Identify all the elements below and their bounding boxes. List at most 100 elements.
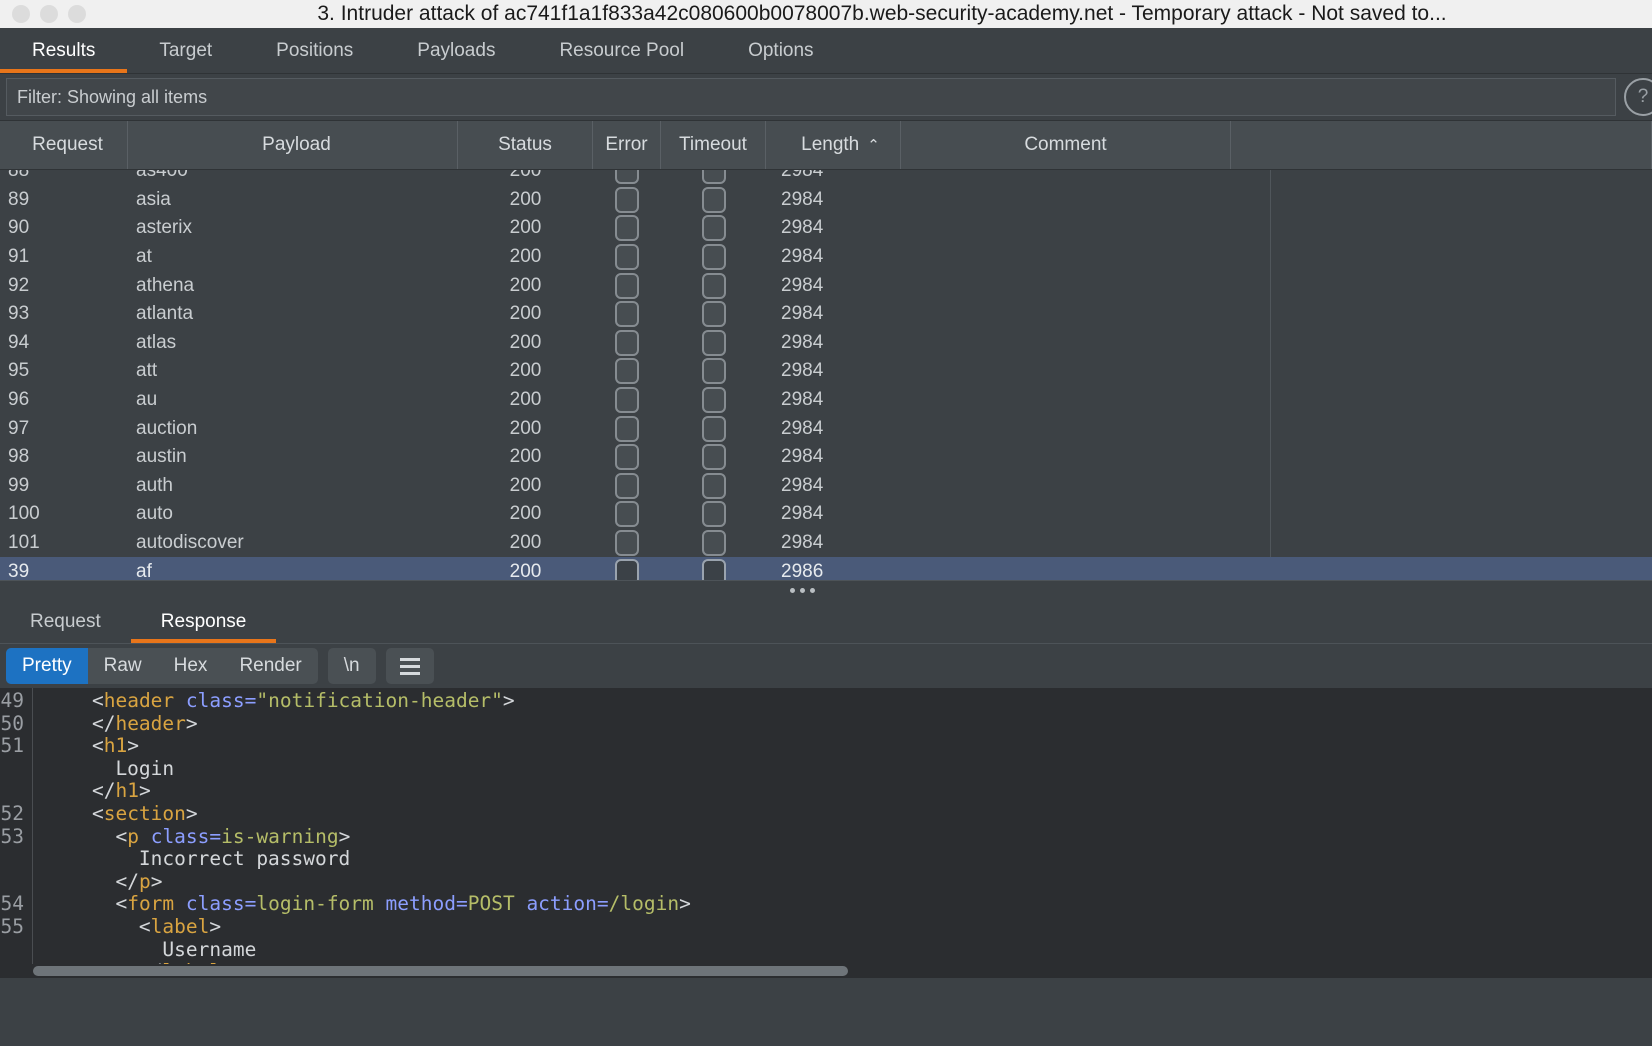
view-mode-render-button[interactable]: Render	[223, 648, 317, 684]
tab-resource-pool[interactable]: Resource Pool	[527, 28, 716, 73]
cell-error	[593, 443, 661, 472]
tab-positions[interactable]: Positions	[244, 28, 385, 73]
code-line: </p>	[45, 871, 691, 894]
table-row[interactable]: 39af2002986	[0, 557, 1652, 580]
code-content[interactable]: <header class="notification-header"> </h…	[33, 688, 691, 964]
table-row[interactable]: 95att2002984	[0, 357, 1652, 386]
cell-timeout	[661, 529, 766, 558]
table-row[interactable]: 93atlanta2002984	[0, 300, 1652, 329]
view-mode-pretty-button[interactable]: Pretty	[6, 648, 88, 684]
error-checkbox[interactable]	[615, 387, 639, 413]
view-mode-hex-button[interactable]: Hex	[158, 648, 224, 684]
splitter-grip-icon[interactable]	[790, 588, 815, 593]
cell-payload: austin	[128, 443, 458, 472]
error-checkbox[interactable]	[615, 215, 639, 241]
timeout-checkbox[interactable]	[702, 273, 726, 299]
error-checkbox[interactable]	[615, 301, 639, 327]
error-checkbox[interactable]	[615, 187, 639, 213]
cell-error	[593, 472, 661, 501]
tab-response[interactable]: Response	[131, 600, 277, 643]
table-row[interactable]: 90asterix2002984	[0, 214, 1652, 243]
timeout-checkbox[interactable]	[702, 244, 726, 270]
cell-payload: autodiscover	[128, 529, 458, 558]
table-row[interactable]: 89asia2002984	[0, 186, 1652, 215]
code-horizontal-scrollbar[interactable]	[0, 964, 1652, 978]
table-row[interactable]: 97auction2002984	[0, 414, 1652, 443]
error-checkbox[interactable]	[615, 358, 639, 384]
cell-comment	[901, 443, 1231, 472]
cell-request: 99	[0, 472, 128, 501]
error-checkbox[interactable]	[615, 330, 639, 356]
timeout-checkbox[interactable]	[702, 215, 726, 241]
table-row[interactable]: 96au2002984	[0, 386, 1652, 415]
code-token-tag: p	[139, 870, 151, 893]
column-header-error[interactable]: Error	[593, 121, 661, 169]
cell-payload: asia	[128, 186, 458, 215]
code-token-punc: >	[503, 689, 515, 712]
column-header-timeout[interactable]: Timeout	[661, 121, 766, 169]
column-header-payload[interactable]: Payload	[128, 121, 458, 169]
show-newlines-button[interactable]: \n	[328, 648, 376, 684]
table-row[interactable]: 92athena2002984	[0, 271, 1652, 300]
table-row[interactable]: 94atlas2002984	[0, 329, 1652, 358]
timeout-checkbox[interactable]	[702, 501, 726, 527]
tab-options[interactable]: Options	[716, 28, 845, 73]
error-checkbox[interactable]	[615, 559, 639, 580]
error-checkbox[interactable]	[615, 501, 639, 527]
column-header-length[interactable]: Length ⌃	[766, 121, 901, 169]
cell-error	[593, 300, 661, 329]
table-row[interactable]: 98austin2002984	[0, 443, 1652, 472]
error-checkbox[interactable]	[615, 473, 639, 499]
column-header-comment[interactable]: Comment	[901, 121, 1231, 169]
timeout-checkbox[interactable]	[702, 187, 726, 213]
error-checkbox[interactable]	[615, 170, 639, 184]
error-checkbox[interactable]	[615, 273, 639, 299]
tab-target[interactable]: Target	[127, 28, 244, 73]
table-row[interactable]: 101autodiscover2002984	[0, 529, 1652, 558]
tab-request[interactable]: Request	[0, 600, 131, 643]
code-scrollbar-thumb[interactable]	[33, 966, 848, 976]
timeout-checkbox[interactable]	[702, 301, 726, 327]
error-checkbox[interactable]	[615, 530, 639, 556]
filter-input[interactable]: Filter: Showing all items	[6, 78, 1616, 116]
cell-payload: au	[128, 386, 458, 415]
cell-comment	[901, 557, 1231, 580]
question-mark-icon[interactable]: ?	[1624, 78, 1652, 116]
panel-splitter[interactable]	[0, 580, 1652, 600]
error-checkbox[interactable]	[615, 444, 639, 470]
cell-timeout	[661, 414, 766, 443]
cell-status: 200	[458, 472, 593, 501]
cell-error	[593, 186, 661, 215]
timeout-checkbox[interactable]	[702, 387, 726, 413]
table-row[interactable]: 91at2002984	[0, 243, 1652, 272]
timeout-checkbox[interactable]	[702, 358, 726, 384]
column-header-status[interactable]: Status	[458, 121, 593, 169]
timeout-checkbox[interactable]	[702, 559, 726, 580]
view-mode-render-label: Render	[239, 655, 301, 677]
results-table-body[interactable]: 88as400200298489asia200298490asterix2002…	[0, 170, 1652, 580]
error-checkbox[interactable]	[615, 416, 639, 442]
timeout-checkbox[interactable]	[702, 330, 726, 356]
hamburger-menu-icon[interactable]	[386, 648, 434, 684]
timeout-checkbox[interactable]	[702, 530, 726, 556]
table-row[interactable]: 99auth2002984	[0, 472, 1652, 501]
tab-payloads[interactable]: Payloads	[385, 28, 527, 73]
table-row[interactable]: 88as4002002984	[0, 170, 1652, 186]
tab-results[interactable]: Results	[0, 28, 127, 73]
cell-request: 100	[0, 500, 128, 529]
timeout-checkbox[interactable]	[702, 170, 726, 184]
timeout-checkbox[interactable]	[702, 473, 726, 499]
column-header-request[interactable]: Request	[0, 121, 128, 169]
error-checkbox[interactable]	[615, 244, 639, 270]
response-code-viewer[interactable]: 49505152535455 <header class="notificati…	[0, 688, 1652, 964]
cell-request: 89	[0, 186, 128, 215]
code-line-number	[0, 871, 24, 894]
table-row[interactable]: 100auto2002984	[0, 500, 1652, 529]
cell-timeout	[661, 557, 766, 580]
view-mode-raw-button[interactable]: Raw	[88, 648, 158, 684]
timeout-checkbox[interactable]	[702, 444, 726, 470]
cell-error	[593, 329, 661, 358]
view-mode-segmented-control: Pretty Raw Hex Render	[6, 648, 318, 684]
timeout-checkbox[interactable]	[702, 416, 726, 442]
code-line: <h1>	[45, 735, 691, 758]
